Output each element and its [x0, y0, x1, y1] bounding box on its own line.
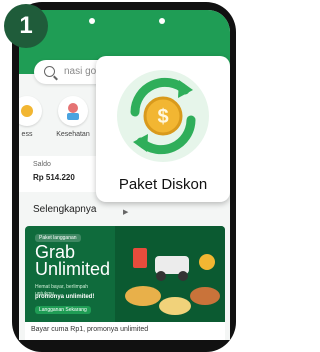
promo-cta-button[interactable]: Langganan Sekarang — [35, 306, 91, 314]
promo-highlight: promonya unlimited! — [35, 294, 95, 300]
feature-label: Paket Diskon — [118, 176, 208, 193]
promo-title-line2: Unlimited — [35, 259, 111, 279]
promo-illustration — [115, 226, 225, 322]
status-dot-icon — [159, 18, 165, 24]
service-icon — [19, 96, 42, 126]
service-item-health[interactable]: Kesehatan — [51, 96, 95, 138]
see-more-link[interactable]: Selengkapnya — [33, 204, 96, 215]
step-number-badge: 1 — [4, 4, 48, 48]
health-icon — [58, 96, 88, 126]
status-bar — [19, 10, 230, 32]
balance-label: Saldo — [33, 161, 51, 168]
service-item[interactable]: ess — [19, 96, 49, 138]
promo-title: Grab Unlimited — [35, 243, 111, 279]
promo-caption: Bayar cuma Rp1, promonya unlimited — [25, 322, 225, 340]
promo-banner[interactable]: Paket langganan Grab Unlimited Hemat bay… — [25, 226, 225, 322]
balance-value: Rp 514.220 — [33, 173, 75, 182]
promo-tag: Paket langganan — [35, 234, 81, 242]
search-icon — [44, 66, 55, 77]
discount-package-icon: $ — [117, 70, 209, 162]
svg-text:$: $ — [157, 106, 168, 128]
chevron-right-icon[interactable]: ▶ — [123, 208, 128, 216]
service-label: Kesehatan — [56, 131, 90, 138]
status-dot-icon — [89, 18, 95, 24]
feature-card[interactable]: $ Paket Diskon — [96, 56, 230, 202]
service-label: ess — [21, 131, 33, 138]
